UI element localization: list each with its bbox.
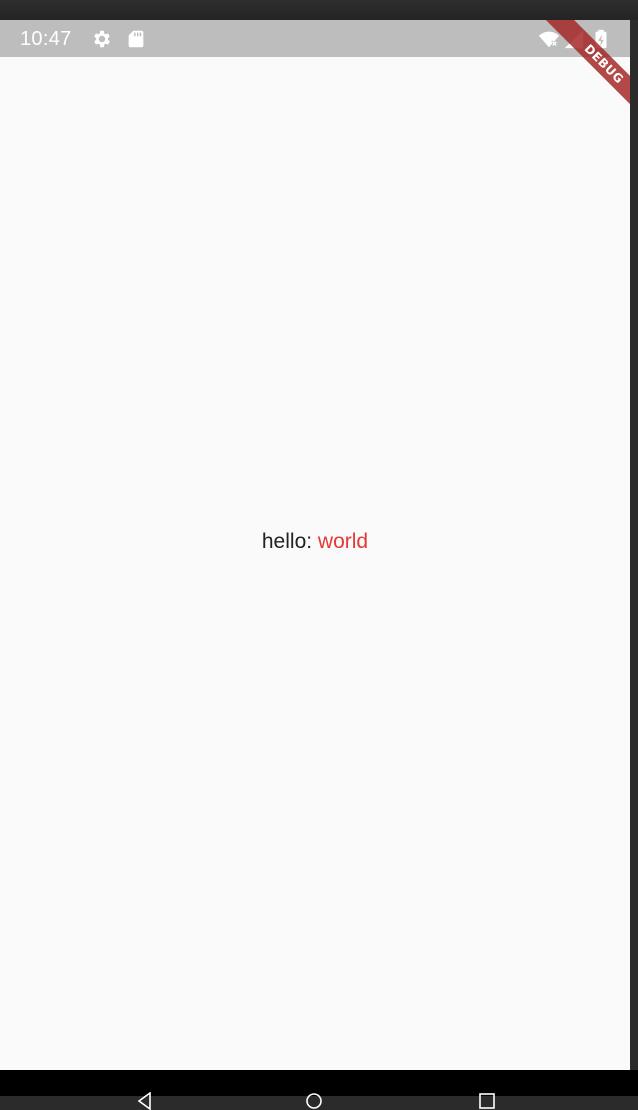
device-screen: 10:47 hello: world DEBUG: [0, 20, 630, 1070]
gear-icon: [94, 30, 110, 48]
emulator-frame-top: [0, 0, 638, 20]
status-time: 10:47: [20, 28, 72, 50]
recents-icon[interactable]: [478, 1092, 496, 1110]
hello-world-text: hello: world: [0, 527, 630, 557]
home-icon[interactable]: [305, 1092, 323, 1110]
navigation-bar: [0, 1070, 638, 1110]
signal-icon: [564, 29, 584, 49]
emulator-frame-right: [630, 20, 638, 1070]
hello-label: hello:: [261, 530, 313, 553]
status-bar: 10:47: [0, 20, 630, 57]
battery-charging-icon: [595, 29, 607, 49]
wifi-off-icon: [538, 31, 560, 48]
back-icon[interactable]: [136, 1092, 154, 1110]
world-value: world: [317, 530, 369, 553]
sd-card-icon: [128, 30, 144, 48]
